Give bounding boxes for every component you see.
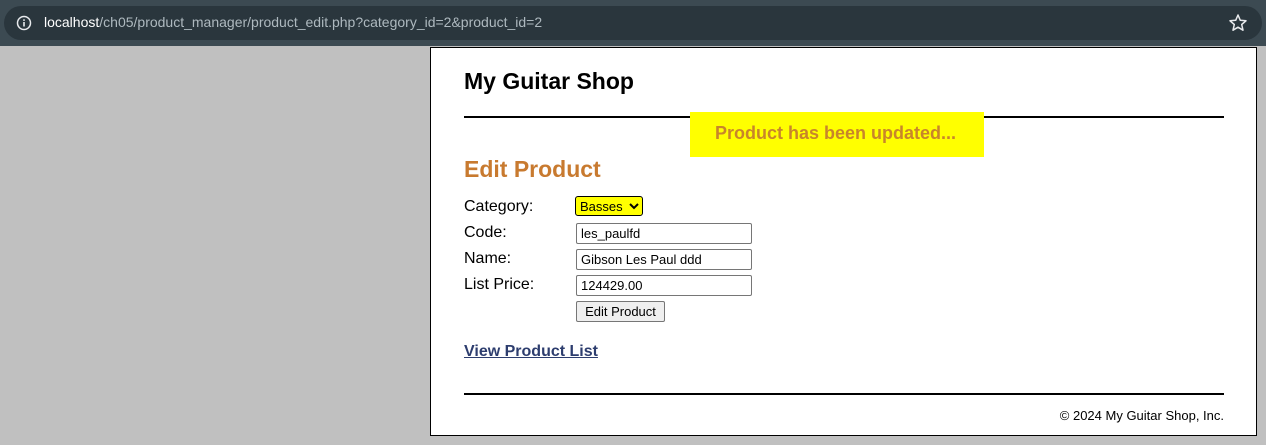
info-icon[interactable] [16,15,32,31]
name-label: Name: [464,250,512,267]
browser-toolbar: localhost/ch05/product_manager/product_e… [0,0,1266,46]
url-path: /ch05/product_manager/product_edit.php?c… [99,14,543,30]
status-message: Product has been updated... [690,112,984,157]
view-product-list-link[interactable]: View Product List [464,343,598,361]
code-label: Code: [464,224,507,241]
page-heading: Edit Product [464,156,601,182]
footer-copyright: © 2024 My Guitar Shop, Inc. [1059,408,1224,423]
name-input-value: Gibson Les Paul ddd [581,252,702,267]
url-host: localhost [44,14,100,30]
edit-product-button[interactable]: Edit Product [576,301,665,322]
category-select[interactable]: Basses [575,196,643,216]
url-text[interactable]: localhost/ch05/product_manager/product_e… [44,14,542,30]
list-price-input-value: 124429.00 [581,278,643,293]
status-message-text: Product has been updated... [715,123,957,143]
bookmark-star-icon[interactable] [1228,13,1248,33]
category-label: Category: [464,198,534,215]
address-bar[interactable]: localhost/ch05/product_manager/product_e… [4,6,1262,40]
category-select-value: Basses [580,199,623,214]
code-input-value: les_paulfd [581,226,641,241]
code-input[interactable]: les_paulfd [576,223,752,244]
footer-divider [464,393,1224,395]
chevron-down-icon [629,203,639,210]
list-price-input[interactable]: 124429.00 [576,275,752,296]
site-title: My Guitar Shop [464,68,634,94]
list-price-label: List Price: [464,276,535,293]
name-input[interactable]: Gibson Les Paul ddd [576,249,752,270]
page-content: My Guitar Shop Product has been updated.… [430,47,1257,436]
